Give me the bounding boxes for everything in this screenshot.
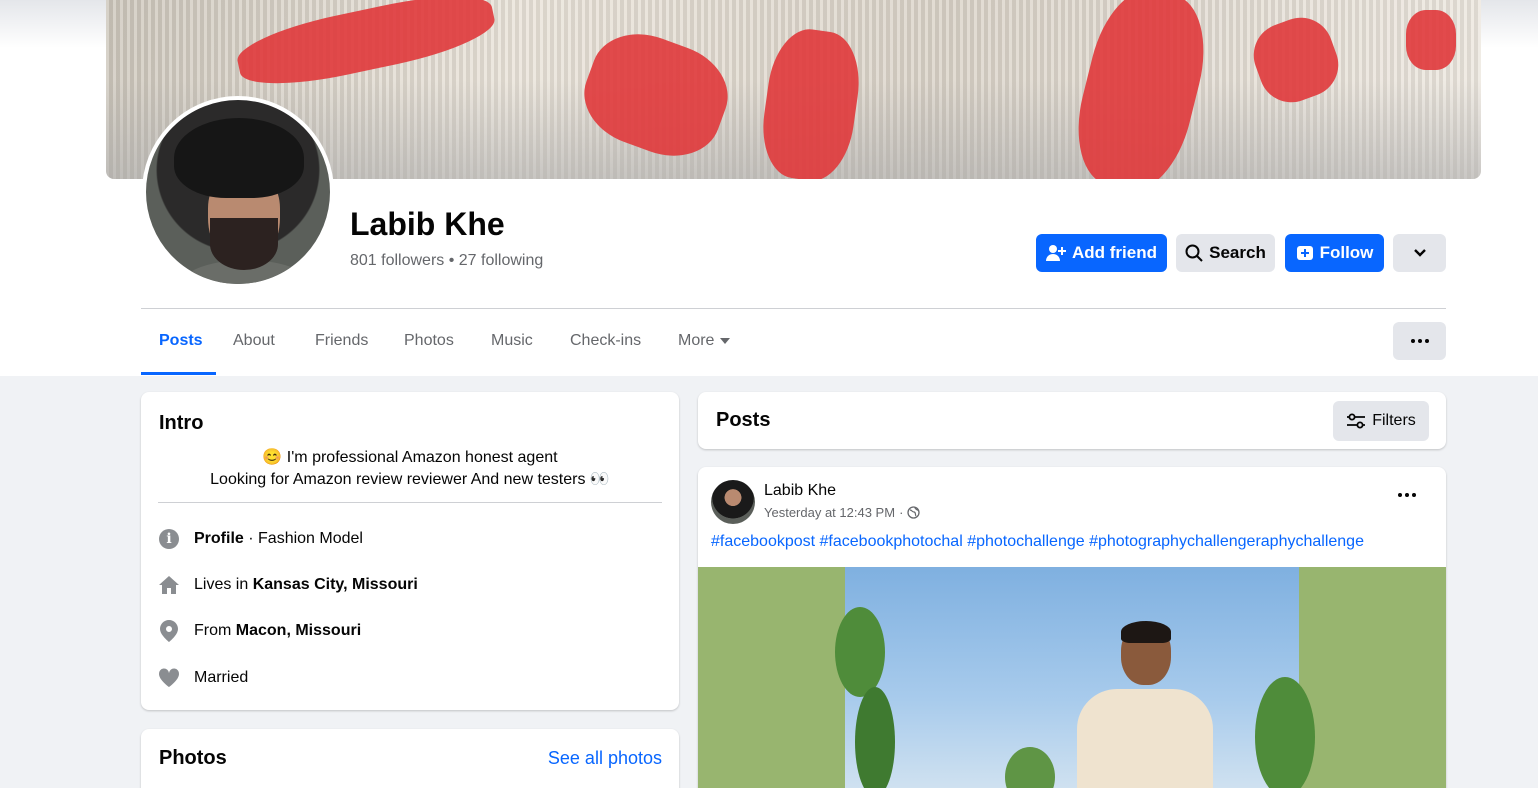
profile-name: Labib Khe <box>350 206 505 242</box>
heart-icon <box>158 667 180 689</box>
chevron-down-icon <box>1413 249 1426 257</box>
tab-music[interactable]: Music <box>491 332 533 350</box>
posts-title: Posts <box>716 409 771 431</box>
post-timestamp[interactable]: Yesterday at 12:43 PM <box>764 505 895 520</box>
add-friend-label: Add friend <box>1072 243 1157 262</box>
info-icon: i <box>158 528 180 550</box>
more-dots-icon <box>1398 493 1416 497</box>
post-photo[interactable] <box>698 567 1446 788</box>
follow-button[interactable]: Follow <box>1285 234 1384 272</box>
post-meta: Yesterday at 12:43 PM · <box>764 505 921 520</box>
profile-stats[interactable]: 801 followers • 27 following <box>350 252 543 270</box>
intro-profile-row: i Profile · Fashion Model <box>158 528 363 550</box>
from-location-link[interactable]: Macon, Missouri <box>236 622 361 639</box>
tab-more-label: More <box>678 332 715 349</box>
home-icon <box>158 574 180 596</box>
search-icon <box>1185 244 1203 262</box>
active-tab-indicator <box>141 372 216 375</box>
tab-more[interactable]: More <box>678 332 731 350</box>
relationship-status: Married <box>194 669 249 686</box>
intro-title: Intro <box>159 412 204 434</box>
profile-options-button[interactable] <box>1393 322 1446 360</box>
more-dots-icon <box>1410 339 1429 343</box>
post-options-button[interactable] <box>1398 493 1416 497</box>
tab-friends[interactable]: Friends <box>315 332 368 350</box>
follow-icon <box>1296 246 1313 260</box>
profile-category-value: · Fashion Model <box>243 530 363 547</box>
post-author-avatar[interactable] <box>711 480 755 524</box>
tab-posts[interactable]: Posts <box>159 332 203 350</box>
post-photo-image <box>835 567 1315 788</box>
add-friend-button[interactable]: Add friend <box>1036 234 1167 272</box>
globe-icon <box>907 506 921 519</box>
search-label: Search <box>1209 243 1266 262</box>
intro-lives-row: Lives in Kansas City, Missouri <box>158 574 418 596</box>
more-actions-dropdown[interactable] <box>1393 234 1446 272</box>
tab-photos[interactable]: Photos <box>404 332 454 350</box>
intro-relationship-row: Married <box>158 667 248 689</box>
intro-divider <box>158 502 662 503</box>
filters-icon <box>1347 413 1366 429</box>
search-button[interactable]: Search <box>1176 234 1275 272</box>
lives-prefix: Lives in <box>194 576 253 593</box>
bio-line-2: Looking for Amazon review reviewer And n… <box>210 471 610 488</box>
post-hashtags[interactable]: #facebookpost #facebookphotochal #photoc… <box>711 533 1364 551</box>
location-pin-icon <box>158 620 180 642</box>
add-person-icon <box>1046 245 1066 261</box>
bio-line-1: 😊 I'm professional Amazon honest agent <box>262 449 558 466</box>
header-divider <box>141 308 1446 309</box>
photos-title: Photos <box>159 747 227 769</box>
intro-from-row: From Macon, Missouri <box>158 620 361 642</box>
tab-about[interactable]: About <box>233 332 275 350</box>
posts-header-card: Posts Filters <box>698 392 1446 449</box>
meta-separator: · <box>899 505 904 520</box>
photos-card: Photos See all photos <box>141 729 679 788</box>
follow-label: Follow <box>1319 243 1374 262</box>
post-author-name[interactable]: Labib Khe <box>764 482 836 500</box>
post-card: Labib Khe Yesterday at 12:43 PM · #faceb… <box>698 467 1446 788</box>
profile-avatar[interactable] <box>142 96 334 288</box>
see-all-photos-link[interactable]: See all photos <box>548 748 662 769</box>
lives-location-link[interactable]: Kansas City, Missouri <box>253 576 418 593</box>
filters-label: Filters <box>1372 412 1416 429</box>
caret-down-icon <box>720 338 731 344</box>
intro-card: Intro 😊 I'm professional Amazon honest a… <box>141 392 679 710</box>
filters-button[interactable]: Filters <box>1333 401 1429 441</box>
profile-category-label: Profile <box>194 530 244 547</box>
tab-check-ins[interactable]: Check-ins <box>570 332 641 350</box>
from-prefix: From <box>194 622 236 639</box>
